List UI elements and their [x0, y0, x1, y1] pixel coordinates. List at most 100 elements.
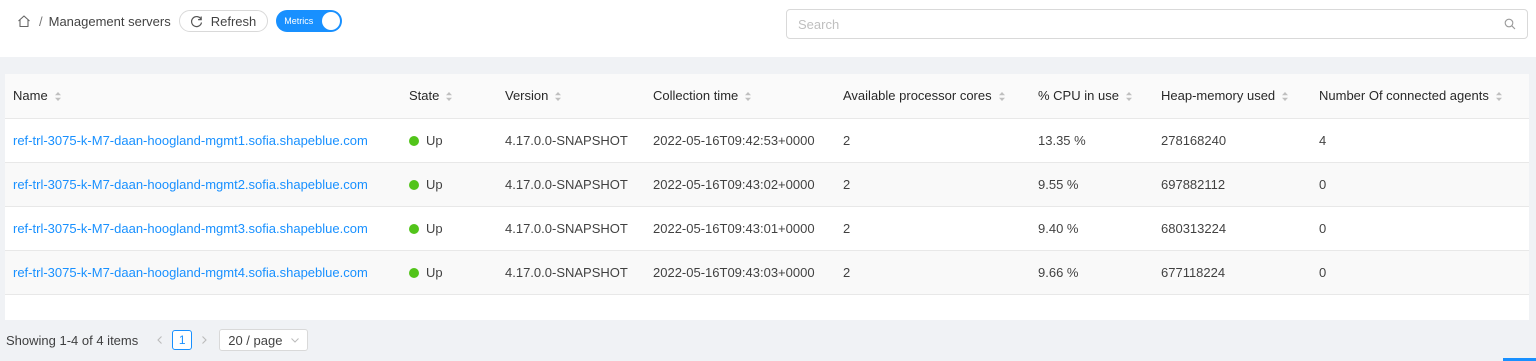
server-name-link[interactable]: ref-trl-3075-k-M7-daan-hoogland-mgmt2.so…: [13, 177, 368, 192]
cell-value: 677118224: [1161, 264, 1226, 280]
cell-value: 0: [1319, 264, 1327, 280]
state-label: Up: [426, 176, 443, 192]
status-dot-icon: [409, 179, 419, 190]
server-name-link[interactable]: ref-trl-3075-k-M7-daan-hoogland-mgmt4.so…: [13, 265, 368, 280]
metrics-toggle-label: Metrics: [284, 16, 314, 26]
search-input[interactable]: [787, 10, 1487, 38]
column-header-label: Available processor cores: [843, 88, 992, 104]
search-icon[interactable]: [1504, 18, 1516, 30]
column-header-heap-memory-used[interactable]: Heap-memory used: [1153, 74, 1311, 119]
pagination-bar: Showing 1-4 of 4 items 1 20 / page: [6, 329, 309, 351]
chevron-right-icon[interactable]: [197, 333, 211, 347]
column-header-label: Collection time: [653, 88, 739, 104]
cell-value: 4.17.0.0-SNAPSHOT: [505, 176, 628, 192]
cell-value: 9.55 %: [1038, 176, 1079, 192]
cell-name: ref-trl-3075-k-M7-daan-hoogland-mgmt2.so…: [5, 162, 401, 207]
sort-icon[interactable]: [998, 91, 1006, 102]
cell-value: 680313224: [1161, 220, 1227, 236]
cell-cpu-in-use: 13.35 %: [1030, 118, 1153, 163]
cell-cpu-in-use: 9.40 %: [1030, 206, 1153, 251]
cell-version: 4.17.0.0-SNAPSHOT: [497, 250, 645, 295]
column-header-collection-time[interactable]: Collection time: [645, 74, 835, 119]
status-dot-icon: [409, 135, 419, 146]
table-row[interactable]: ref-trl-3075-k-M7-daan-hoogland-mgmt3.so…: [5, 206, 1529, 251]
table-row[interactable]: ref-trl-3075-k-M7-daan-hoogland-mgmt2.so…: [5, 162, 1529, 207]
page-size-select[interactable]: 20 / page: [219, 329, 309, 351]
search-box: [786, 9, 1528, 39]
cell-value: 2022-05-16T09:43:02+0000: [653, 176, 815, 192]
cell-value: 0: [1319, 220, 1327, 236]
cell-connected-agents: 4: [1311, 118, 1529, 163]
column-header-label: % CPU in use: [1038, 88, 1119, 104]
cell-value: 4.17.0.0-SNAPSHOT: [505, 132, 628, 148]
column-header-connected-agents[interactable]: Number Of connected agents: [1311, 74, 1529, 119]
cell-collection-time: 2022-05-16T09:43:01+0000: [645, 206, 835, 251]
cell-collection-time: 2022-05-16T09:43:02+0000: [645, 162, 835, 207]
refresh-label: Refresh: [210, 13, 257, 29]
sort-icon[interactable]: [1125, 91, 1133, 102]
sort-icon[interactable]: [744, 91, 752, 102]
cell-name: ref-trl-3075-k-M7-daan-hoogland-mgmt4.so…: [5, 250, 401, 295]
state-label: Up: [426, 132, 443, 148]
sort-icon[interactable]: [1281, 91, 1289, 102]
cell-state: Up: [401, 250, 497, 295]
column-header-version[interactable]: Version: [497, 74, 645, 119]
sort-icon[interactable]: [1495, 91, 1503, 102]
cell-connected-agents: 0: [1311, 162, 1529, 207]
cell-value: 2: [843, 264, 851, 280]
table-row[interactable]: ref-trl-3075-k-M7-daan-hoogland-mgmt1.so…: [5, 118, 1529, 163]
breadcrumb: / Management servers Refresh Metrics: [17, 10, 343, 32]
metrics-toggle[interactable]: Metrics: [276, 10, 343, 32]
server-name-link[interactable]: ref-trl-3075-k-M7-daan-hoogland-mgmt3.so…: [13, 221, 368, 236]
table-body: ref-trl-3075-k-M7-daan-hoogland-mgmt1.so…: [5, 118, 1529, 295]
column-header-state[interactable]: State: [401, 74, 497, 119]
state-label: Up: [426, 264, 443, 280]
cell-state: Up: [401, 118, 497, 163]
cell-processor-cores: 2: [835, 206, 1030, 251]
home-icon[interactable]: [17, 14, 31, 28]
cell-state: Up: [401, 162, 497, 207]
table-card: Name State Version Collection time Available…: [5, 74, 1529, 320]
column-header-name[interactable]: Name: [5, 74, 401, 119]
status-dot-icon: [409, 223, 419, 234]
cell-name: ref-trl-3075-k-M7-daan-hoogland-mgmt1.so…: [5, 118, 401, 163]
cell-value: 2: [843, 220, 851, 236]
sort-icon[interactable]: [54, 91, 62, 102]
cell-heap-memory-used: 677118224: [1153, 250, 1311, 295]
cell-heap-memory-used: 278168240: [1153, 118, 1311, 163]
cell-value: 278168240: [1161, 132, 1227, 148]
column-header-processor-cores[interactable]: Available processor cores: [835, 74, 1030, 119]
sort-icon[interactable]: [445, 91, 453, 102]
page-title: Management servers: [48, 13, 171, 29]
cell-processor-cores: 2: [835, 250, 1030, 295]
column-header-cpu-in-use[interactable]: % CPU in use: [1030, 74, 1153, 119]
cell-state: Up: [401, 206, 497, 251]
cell-value: 2: [843, 176, 851, 192]
pagination-summary: Showing 1-4 of 4 items: [6, 332, 139, 348]
cell-value: 4: [1319, 132, 1327, 148]
chevron-left-icon[interactable]: [153, 333, 167, 347]
sort-icon[interactable]: [554, 91, 562, 102]
cell-connected-agents: 0: [1311, 250, 1529, 295]
table-header-row: Name State Version Collection time Available…: [5, 74, 1529, 119]
cell-value: 2: [843, 132, 851, 148]
breadcrumb-separator: /: [39, 13, 43, 29]
page-1-button[interactable]: 1: [172, 330, 193, 350]
cell-collection-time: 2022-05-16T09:43:03+0000: [645, 250, 835, 295]
cell-cpu-in-use: 9.55 %: [1030, 162, 1153, 207]
cell-value: 9.66 %: [1038, 264, 1079, 280]
chevron-down-icon: [290, 335, 300, 345]
cell-connected-agents: 0: [1311, 206, 1529, 251]
column-header-label: Number Of connected agents: [1319, 88, 1489, 104]
column-header-label: Name: [13, 88, 48, 104]
cell-cpu-in-use: 9.66 %: [1030, 250, 1153, 295]
refresh-button[interactable]: Refresh: [178, 10, 269, 32]
cell-version: 4.17.0.0-SNAPSHOT: [497, 206, 645, 251]
cell-value: 4.17.0.0-SNAPSHOT: [505, 220, 628, 236]
table-row[interactable]: ref-trl-3075-k-M7-daan-hoogland-mgmt4.so…: [5, 250, 1529, 295]
cell-value: 13.35 %: [1038, 132, 1086, 148]
cell-version: 4.17.0.0-SNAPSHOT: [497, 162, 645, 207]
page-size-label: 20 / page: [228, 332, 283, 348]
state-label: Up: [426, 220, 443, 236]
server-name-link[interactable]: ref-trl-3075-k-M7-daan-hoogland-mgmt1.so…: [13, 133, 368, 148]
